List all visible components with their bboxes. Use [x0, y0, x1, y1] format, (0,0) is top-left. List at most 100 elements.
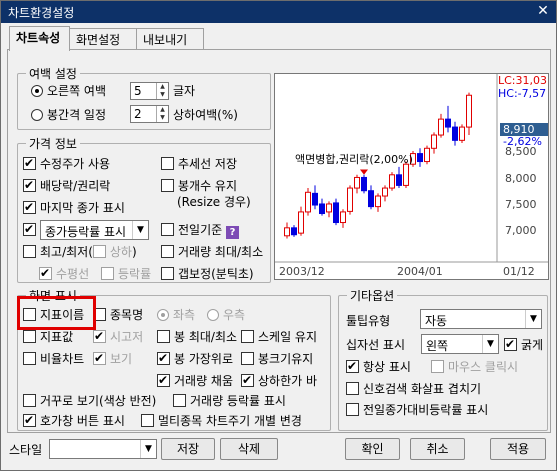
checkbox[interactable] — [241, 372, 254, 388]
tab-chart-properties[interactable]: 차트속성 — [9, 26, 70, 51]
label: 추세선 저장 — [178, 157, 238, 171]
checkbox-always-show[interactable]: 항상 표시 — [346, 358, 411, 375]
checkbox[interactable] — [241, 330, 254, 343]
checkbox[interactable] — [161, 179, 174, 192]
top-bottom-margin-stepper[interactable]: 2 ▲ ▼ — [130, 105, 169, 123]
delete-button[interactable]: 삭제 — [220, 438, 278, 460]
checkbox-horizontal-line[interactable]: 수평선 — [39, 265, 89, 282]
checkbox[interactable] — [23, 245, 36, 258]
chevron-down-icon[interactable]: ▼ — [140, 440, 156, 458]
close-icon[interactable]: ✕ — [534, 3, 552, 19]
candle-body — [305, 191, 311, 213]
cancel-button[interactable]: 취소 — [410, 438, 465, 460]
checkbox[interactable] — [93, 328, 106, 344]
checkbox-keep-candle-count[interactable]: 봉개수 유지 — [161, 178, 237, 194]
checkbox[interactable] — [141, 414, 154, 427]
checkbox-candle-top[interactable]: 봉 가장위로 — [157, 350, 233, 367]
checkbox-volume-fill[interactable]: 거래량 채움 — [157, 372, 233, 389]
checkbox[interactable] — [101, 267, 114, 280]
checkbox-close-change[interactable] — [23, 221, 40, 238]
crosshair-select[interactable]: 왼쪽 ▼ — [421, 334, 499, 354]
checkbox-candle-maxmin[interactable]: 봉 최대/최소 — [157, 329, 237, 345]
help-icon[interactable]: ? — [226, 226, 239, 239]
checkbox-keep-scale[interactable]: 스케일 유지 — [241, 329, 317, 345]
chevron-down-icon[interactable]: ▼ — [132, 221, 148, 239]
checkbox[interactable] — [161, 267, 174, 280]
stepper-arrows-icon[interactable]: ▲ ▼ — [156, 83, 168, 99]
checkbox-gap-correction[interactable]: 갭보정(분틱초) — [161, 266, 254, 282]
checkbox-change-rate[interactable]: 등락률 — [101, 266, 151, 282]
checkbox-prev-close-change[interactable]: 전일종가대비등락률 표시 — [346, 402, 488, 418]
checkbox[interactable] — [157, 330, 170, 343]
checkbox-save-trendline[interactable]: 추세선 저장 — [161, 156, 237, 172]
tab-screen-settings[interactable]: 화면설정 — [69, 28, 137, 50]
radio-right[interactable]: 우측 — [207, 307, 245, 323]
apply-button[interactable]: 적용 — [490, 438, 546, 460]
spacing-option[interactable]: 봉간격 일정 — [31, 107, 106, 123]
title-bar[interactable]: 차트환경설정 ✕ — [1, 1, 556, 23]
checkbox[interactable] — [23, 221, 36, 237]
tooltip-type-select[interactable]: 자동 ▼ — [420, 309, 542, 329]
checkbox[interactable] — [161, 157, 174, 170]
checkbox-ratio-chart[interactable]: 비율차트 — [23, 351, 84, 367]
checkbox-dividend-rights[interactable]: 배당락/권리락 — [23, 177, 110, 194]
checkbox-reverse-view[interactable]: 거꾸로 보기(색상 반전) — [23, 393, 156, 409]
checkbox[interactable] — [504, 336, 517, 352]
checkbox[interactable] — [241, 352, 254, 365]
right-margin-stepper[interactable]: 5 ▲ ▼ — [130, 82, 169, 100]
radio-left[interactable]: 좌측 — [157, 307, 195, 323]
checkbox[interactable] — [23, 412, 36, 428]
checkbox-signal-arrow-overlap[interactable]: 신호검색 화살표 겹치기 — [346, 381, 481, 397]
checkbox[interactable] — [157, 372, 170, 388]
checkbox-last-close[interactable]: 마지막 종가 표시 — [23, 199, 125, 216]
tab-export[interactable]: 내보내기 — [136, 28, 204, 50]
checkbox-bold[interactable]: 굵게 — [504, 336, 543, 353]
checkbox[interactable] — [23, 352, 36, 365]
checkbox-ohlc[interactable]: 시고저 — [93, 328, 143, 345]
style-select[interactable]: ▼ — [49, 439, 157, 459]
candle-body — [389, 174, 395, 189]
checkbox-stock-name[interactable]: 종목명 — [93, 307, 143, 323]
lc-label: LC:31,03 — [498, 74, 548, 87]
checkbox-high-low[interactable]: 최고/최저(상하) — [23, 244, 137, 260]
radio-right-margin[interactable] — [31, 85, 43, 97]
checkbox[interactable] — [346, 382, 359, 395]
radio[interactable] — [157, 309, 169, 321]
checkbox-indicator-value[interactable]: 지표값 — [23, 329, 73, 345]
checkbox[interactable] — [23, 394, 36, 407]
checkbox-multi-stock-period[interactable]: 멀티종목 차트주기 개별 변경 — [141, 413, 302, 429]
checkbox-updown[interactable] — [92, 245, 106, 258]
margin-percent-label: 상하여백(%) — [173, 108, 238, 122]
checkbox-keep-candle-size[interactable]: 봉크기유지 — [241, 351, 313, 367]
checkbox[interactable] — [23, 330, 36, 343]
close-change-select[interactable]: 종가등락률 표시 ▼ — [40, 220, 149, 240]
right-margin-option[interactable]: 오른쪽 여백 — [31, 83, 106, 99]
checkbox-adjusted-price[interactable]: 수정주가 사용 — [23, 155, 110, 172]
checkbox[interactable] — [161, 223, 174, 236]
checkbox-limit-bar[interactable]: 상하한가 바 — [241, 372, 317, 389]
radio[interactable] — [207, 309, 219, 321]
checkbox-mouse-click[interactable]: 마우스 클릭시 — [431, 359, 518, 375]
chevron-down-icon[interactable]: ▼ — [525, 310, 541, 328]
checkbox[interactable] — [346, 403, 359, 416]
ok-button[interactable]: 확인 — [345, 438, 400, 460]
checkbox[interactable] — [346, 358, 359, 374]
checkbox-volume-change[interactable]: 거래량 등락률 표시 — [173, 393, 286, 409]
checkbox-prev-day-base[interactable]: 전일기준 ? — [161, 222, 239, 239]
stepper-arrows-icon[interactable]: ▲ ▼ — [156, 106, 168, 122]
checkbox-volume-maxmin[interactable]: 거래량 최대/최소 — [161, 244, 263, 260]
checkbox[interactable] — [93, 350, 106, 366]
chevron-down-icon[interactable]: ▼ — [482, 335, 498, 353]
checkbox[interactable] — [161, 245, 174, 258]
checkbox[interactable] — [23, 177, 36, 193]
checkbox[interactable] — [39, 265, 52, 281]
radio-spacing[interactable] — [31, 109, 43, 121]
checkbox-orderbook-button[interactable]: 호가창 버튼 표시 — [23, 412, 125, 429]
checkbox[interactable] — [157, 350, 170, 366]
checkbox[interactable] — [23, 199, 36, 215]
save-button[interactable]: 저장 — [161, 438, 215, 460]
checkbox[interactable] — [173, 394, 186, 407]
checkbox-view[interactable]: 보기 — [93, 350, 132, 367]
checkbox[interactable] — [431, 360, 444, 373]
checkbox[interactable] — [23, 155, 36, 171]
